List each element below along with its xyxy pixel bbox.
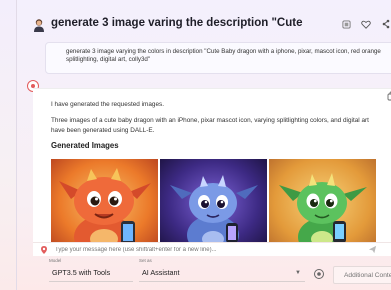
chevron-down-icon: ▼ [295, 270, 301, 276]
user-avatar-icon [34, 19, 44, 32]
model-select[interactable]: Model GPT3.5 with Tools [49, 258, 133, 282]
message-input[interactable] [55, 245, 355, 255]
generated-image-green-dragon[interactable] [269, 159, 376, 254]
generated-image-blue-dragon[interactable] [160, 159, 267, 254]
additional-context-input[interactable] [333, 266, 391, 284]
assistant-response: I have generated the requested images. T… [33, 88, 391, 254]
agent-select[interactable]: Set as AI Assistant ▼ [139, 258, 305, 282]
copy-icon[interactable] [387, 91, 391, 101]
agent-value: AI Assistant [142, 268, 180, 277]
response-status-text: I have generated the requested images. [51, 101, 164, 108]
agent-value-box: AI Assistant ▼ [139, 264, 305, 282]
chat-window: generate 3 image varing the description … [16, 0, 391, 290]
response-description-text: Three images of a cute baby dragon with … [51, 117, 369, 134]
user-prompt-card: generate 3 image varying the colors in d… [45, 42, 391, 74]
bookmark-icon[interactable] [340, 18, 352, 30]
thread-header: generate 3 image varing the description … [17, 14, 391, 38]
user-prompt-text: generate 3 image varying the colors in d… [66, 48, 381, 63]
heart-icon[interactable] [360, 18, 372, 30]
generated-images-heading: Generated Images [51, 141, 119, 150]
message-composer [33, 242, 391, 256]
share-icon[interactable] [380, 18, 391, 30]
gear-icon[interactable] [313, 268, 325, 280]
thread-title: generate 3 image varing the description … [51, 17, 303, 29]
pin-icon[interactable] [39, 245, 49, 255]
settings-bar: Model GPT3.5 with Tools Set as AI Assist… [33, 258, 391, 286]
send-icon[interactable] [368, 245, 377, 254]
generated-images-row [51, 159, 376, 254]
generated-image-red-dragon[interactable] [51, 159, 158, 254]
model-value: GPT3.5 with Tools [49, 264, 133, 282]
